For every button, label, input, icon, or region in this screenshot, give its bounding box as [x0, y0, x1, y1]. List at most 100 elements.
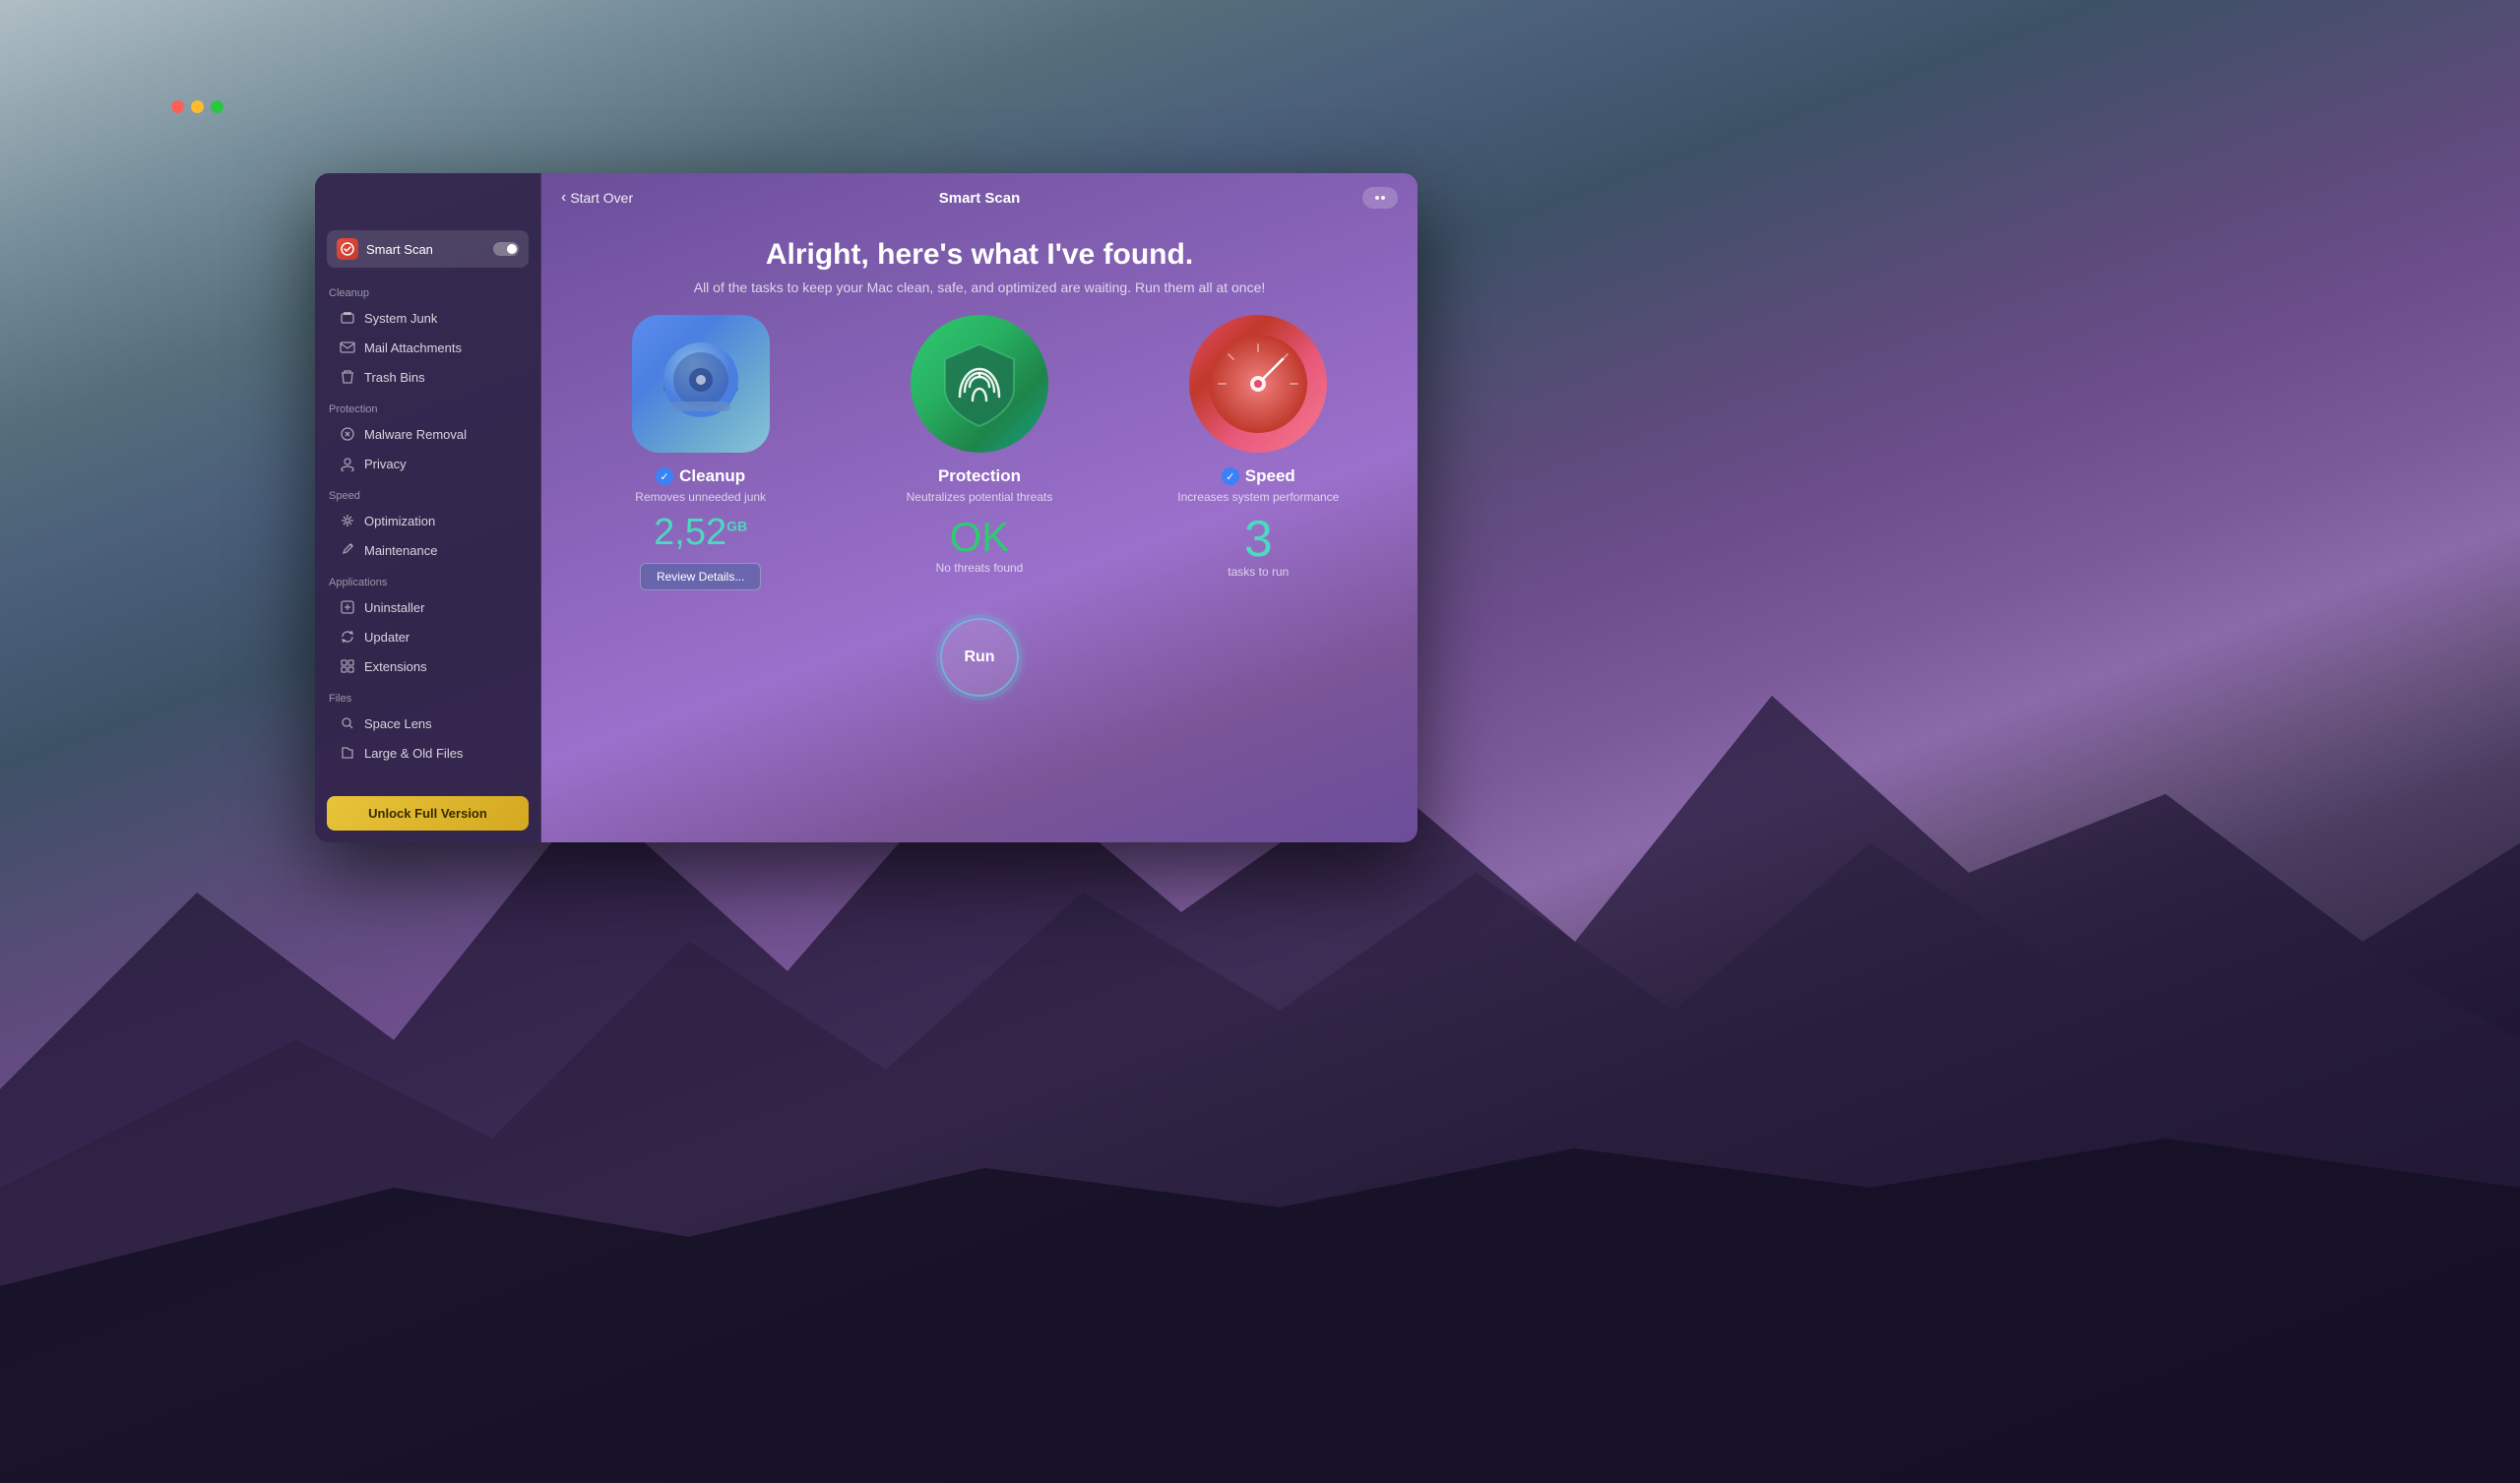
protection-icon-wrapper: [911, 315, 1048, 453]
hero-title: Alright, here's what I've found.: [561, 238, 1398, 272]
cleanup-section-label: Cleanup: [329, 287, 529, 299]
unlock-full-version-button[interactable]: Unlock Full Version: [327, 796, 529, 831]
smart-scan-label: Smart Scan: [366, 242, 433, 257]
maximize-button[interactable]: [211, 100, 223, 113]
back-label: Start Over: [570, 190, 633, 206]
cleanup-card-value: 2,52GB: [654, 514, 747, 551]
sidebar-item-malware-removal[interactable]: Malware Removal: [329, 419, 529, 449]
dot-menu[interactable]: [1362, 187, 1398, 209]
sidebar-item-space-lens[interactable]: Space Lens: [329, 709, 529, 738]
sidebar-item-mail-attachments[interactable]: Mail Attachments: [329, 333, 529, 362]
privacy-icon: [339, 455, 356, 472]
sidebar-section-speed: Speed Optimization: [315, 482, 540, 569]
protection-card-value: OK: [950, 514, 1010, 561]
uninstaller-label: Uninstaller: [364, 600, 424, 615]
cleanup-icon-wrapper: [632, 315, 770, 453]
close-button[interactable]: [171, 100, 184, 113]
space-lens-label: Space Lens: [364, 716, 432, 731]
sidebar-bottom: Unlock Full Version: [315, 784, 540, 842]
protection-section-label: Protection: [329, 403, 529, 415]
disk-icon: [652, 335, 750, 433]
app-window-inner: Smart Scan Cleanup System Junk: [315, 173, 1418, 842]
traffic-lights: [171, 100, 223, 113]
titlebar: ‹ Start Over Smart Scan: [541, 173, 1418, 222]
protection-title-row: Protection: [938, 466, 1021, 486]
sidebar-item-system-junk[interactable]: System Junk: [329, 303, 529, 333]
malware-icon: [339, 425, 356, 443]
sidebar-item-extensions[interactable]: Extensions: [329, 651, 529, 681]
optimization-label: Optimization: [364, 514, 435, 528]
updater-icon: [339, 628, 356, 646]
minimize-button[interactable]: [191, 100, 204, 113]
maintenance-icon: [339, 541, 356, 559]
sidebar-section-cleanup: Cleanup System Junk: [315, 279, 540, 396]
shield-fingerprint-icon: [925, 330, 1034, 438]
trash-bins-label: Trash Bins: [364, 370, 425, 385]
window-title: Smart Scan: [939, 190, 1021, 207]
card-speed: ✓ Speed Increases system performance 3 t…: [1131, 315, 1386, 590]
cleanup-title-row: ✓ Cleanup: [656, 466, 745, 486]
card-cleanup: ✓ Cleanup Removes unneeded junk 2,52GB R…: [573, 315, 828, 590]
protection-card-desc: Neutralizes potential threats: [907, 490, 1053, 504]
malware-removal-label: Malware Removal: [364, 427, 467, 442]
updater-label: Updater: [364, 630, 410, 645]
system-junk-icon: [339, 309, 356, 327]
uninstaller-icon: [339, 598, 356, 616]
sidebar-section-files: Files Space Lens: [315, 685, 540, 772]
hero-subtitle: All of the tasks to keep your Mac clean,…: [561, 279, 1398, 295]
mail-icon: [339, 339, 356, 356]
cleanup-value-unit: GB: [726, 518, 747, 533]
sidebar: Smart Scan Cleanup System Junk: [315, 173, 541, 842]
large-files-icon: [339, 744, 356, 762]
smart-scan-icon: [337, 238, 358, 260]
space-lens-icon: [339, 714, 356, 732]
app-window: Smart Scan Cleanup System Junk: [158, 87, 1260, 756]
sidebar-item-maintenance[interactable]: Maintenance: [329, 535, 529, 565]
card-protection: Protection Neutralizes potential threats…: [851, 315, 1106, 590]
sidebar-item-updater[interactable]: Updater: [329, 622, 529, 651]
maintenance-label: Maintenance: [364, 543, 437, 558]
sidebar-top: Smart Scan: [315, 215, 540, 279]
sidebar-item-privacy[interactable]: Privacy: [329, 449, 529, 478]
more-options-button[interactable]: [1362, 187, 1398, 209]
extensions-icon: [339, 657, 356, 675]
cleanup-card-desc: Removes unneeded junk: [635, 490, 766, 504]
run-button[interactable]: Run: [940, 618, 1019, 697]
speed-card-value: 3: [1244, 514, 1273, 565]
cards-row: ✓ Cleanup Removes unneeded junk 2,52GB R…: [541, 315, 1418, 610]
start-over-button[interactable]: ‹ Start Over: [561, 189, 633, 207]
sidebar-item-optimization[interactable]: Optimization: [329, 506, 529, 535]
speed-card-sublabel: tasks to run: [1228, 565, 1289, 579]
main-content: ‹ Start Over Smart Scan Alright, here's …: [541, 173, 1418, 842]
sidebar-section-applications: Applications Uninstaller: [315, 569, 540, 685]
sidebar-item-large-old-files[interactable]: Large & Old Files: [329, 738, 529, 768]
run-button-wrapper: Run: [541, 610, 1418, 716]
optimization-icon: [339, 512, 356, 529]
trash-icon: [339, 368, 356, 386]
speed-title-row: ✓ Speed: [1222, 466, 1295, 486]
cleanup-value-num: 2,52: [654, 512, 726, 553]
cleanup-check-icon: ✓: [656, 467, 673, 485]
smart-scan-toggle[interactable]: [493, 242, 519, 256]
speed-card-title: Speed: [1245, 466, 1295, 486]
sidebar-item-trash-bins[interactable]: Trash Bins: [329, 362, 529, 392]
large-old-files-label: Large & Old Files: [364, 746, 463, 761]
files-section-label: Files: [329, 693, 529, 705]
speed-section-label: Speed: [329, 490, 529, 502]
extensions-label: Extensions: [364, 659, 427, 674]
speed-check-icon: ✓: [1222, 467, 1239, 485]
review-details-button[interactable]: Review Details...: [640, 563, 761, 590]
applications-section-label: Applications: [329, 577, 529, 588]
system-junk-label: System Junk: [364, 311, 437, 326]
sidebar-item-uninstaller[interactable]: Uninstaller: [329, 592, 529, 622]
privacy-label: Privacy: [364, 457, 407, 471]
back-chevron-icon: ‹: [561, 189, 566, 207]
protection-card-sublabel: No threats found: [936, 561, 1024, 575]
sidebar-section-protection: Protection Malware Removal: [315, 396, 540, 482]
protection-card-title: Protection: [938, 466, 1021, 486]
speed-icon-wrapper: [1189, 315, 1327, 453]
hero-section: Alright, here's what I've found. All of …: [541, 222, 1418, 315]
speedometer-icon: [1204, 330, 1312, 438]
sidebar-item-smart-scan[interactable]: Smart Scan: [327, 230, 529, 268]
mail-attachments-label: Mail Attachments: [364, 340, 462, 355]
